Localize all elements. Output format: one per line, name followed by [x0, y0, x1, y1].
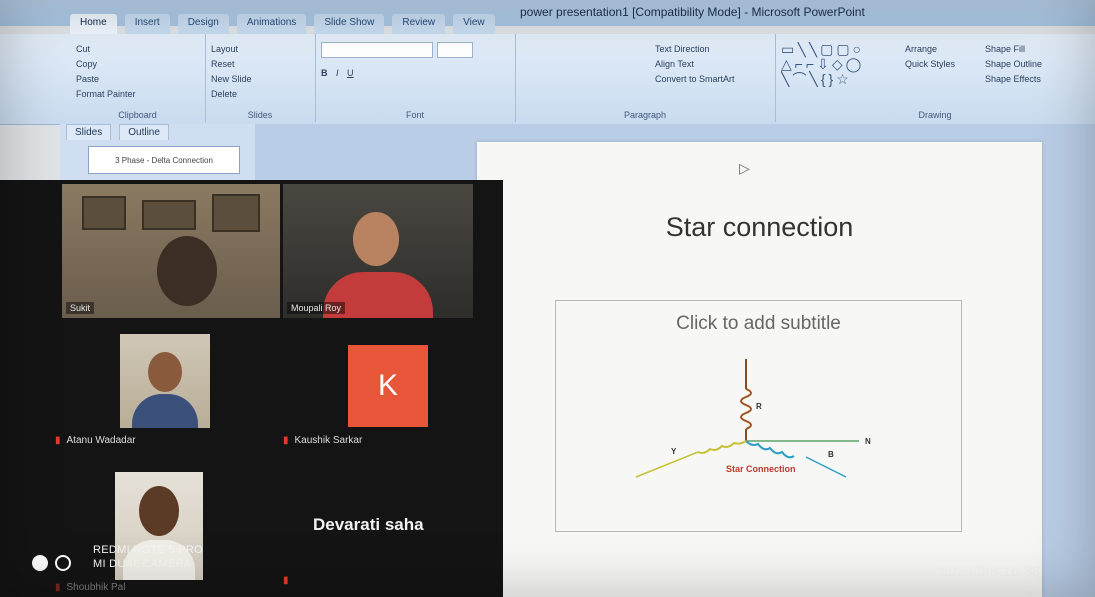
video-tile-sukit[interactable]: Sukit [62, 184, 280, 318]
mic-muted-icon[interactable]: ▮ [55, 582, 61, 593]
mic-muted-icon[interactable]: ▮ [283, 435, 289, 446]
participant-initial-avatar: K [348, 345, 428, 427]
font-size-input[interactable] [437, 42, 473, 58]
layout-button[interactable]: Layout [211, 42, 309, 57]
font-group-label: Font [405, 110, 424, 120]
wall-picture [142, 200, 196, 230]
reset-button[interactable]: Reset [211, 57, 309, 72]
subtitle-placeholder[interactable]: Click to add subtitle R Y B N Star Conne… [555, 300, 962, 532]
align-text-button[interactable]: Align Text [655, 57, 769, 72]
tab-animations[interactable]: Animations [236, 14, 307, 34]
mic-muted-icon[interactable]: ▮ [283, 575, 289, 586]
slides-group-label: Slides [247, 110, 273, 120]
tab-slides[interactable]: Slides [66, 124, 112, 140]
camera-name: MI DUAL CAMERA [93, 558, 192, 570]
video-meeting-panel: Sukit Moupali Roy ▮ Atanu Wadadar K ▮ Kaus… [0, 180, 503, 597]
participant-name: Atanu Wadadar [66, 435, 136, 446]
participant-name: Kaushik Sarkar [294, 435, 363, 446]
diagram-caption: Star Connection [726, 464, 796, 474]
face [139, 486, 179, 536]
tab-home[interactable]: Home [70, 14, 117, 34]
phase-y-coil [697, 440, 747, 454]
copy-button[interactable]: Copy [76, 57, 199, 72]
clipboard-group-label: Clipboard [118, 110, 157, 120]
neutral-label: N [865, 437, 871, 446]
tab-slide-show[interactable]: Slide Show [314, 14, 385, 34]
tab-outline[interactable]: Outline [119, 124, 169, 140]
participant-photo-atanu [120, 334, 210, 428]
convert-smartart-button[interactable]: Convert to SmartArt [655, 72, 769, 87]
circle-outline-icon [55, 555, 72, 571]
shape-outline-button[interactable]: Shape Outline [985, 57, 1089, 72]
face [148, 352, 182, 392]
video-tile-moupali-roy[interactable]: Moupali Roy [283, 184, 473, 318]
phase-b-coil [745, 440, 795, 459]
drawing-group-label: Drawing [918, 110, 952, 120]
subtitle-placeholder-text: Click to add subtitle [676, 313, 841, 334]
font-group: B I U Font [315, 34, 516, 122]
cut-button[interactable]: Cut [76, 42, 199, 57]
mouse-cursor-icon: ▷ [739, 160, 750, 176]
photo-timestamp: 2020/5/8 16:38 [940, 563, 1041, 579]
wall-picture [82, 196, 126, 230]
paragraph-group-label: Paragraph [623, 110, 667, 120]
device-name: REDMI NOTE 5 PRO [93, 544, 203, 556]
tab-design[interactable]: Design [177, 14, 229, 34]
shirt [132, 394, 198, 428]
clipboard-group: Cut Copy Paste Format Painter Clipboard [70, 34, 206, 122]
italic-button[interactable]: I [336, 66, 339, 81]
participant-video [157, 236, 217, 306]
circle-icon [32, 555, 48, 571]
text-direction-button[interactable]: Text Direction [655, 42, 769, 57]
tab-insert[interactable]: Insert [124, 14, 170, 34]
paragraph-group: Text Direction Align Text Convert to Sma… [515, 34, 776, 122]
underline-button[interactable]: U [347, 66, 354, 81]
phase-b-label: B [828, 450, 834, 459]
photo-frame: power presentation1 [Compatibility Mode]… [0, 0, 1095, 597]
slide-title[interactable]: Star connection [477, 212, 1042, 243]
participant-label-shoubhik: ▮ Shoubhik Pal [55, 582, 125, 593]
phase-y-label: Y [671, 447, 677, 456]
star-connection-diagram: R Y B N Star Connection [635, 359, 871, 478]
delete-button[interactable]: Delete [211, 87, 309, 102]
mic-muted-icon[interactable]: ▮ [55, 435, 61, 446]
window-title: power presentation1 [Compatibility Mode]… [520, 5, 865, 19]
tab-review[interactable]: Review [392, 14, 446, 34]
paste-button[interactable]: Paste [76, 72, 199, 87]
shape-fill-button[interactable]: Shape Fill [985, 42, 1089, 57]
camera-watermark-logo [32, 555, 74, 576]
participant-name-tag: Moupali Roy [287, 302, 346, 314]
ribbon-tabs: Home Insert Design Animations Slide Show… [70, 14, 495, 34]
new-slide-button[interactable]: New Slide [211, 72, 309, 87]
bold-button[interactable]: B [321, 66, 328, 81]
phase-r-coil [740, 388, 752, 430]
phase-r-label: R [756, 402, 762, 411]
participant-name: Shoubhik Pal [66, 582, 126, 593]
tab-view[interactable]: View [453, 14, 495, 34]
slide[interactable]: ▷ Star connection Click to add subtitle … [477, 142, 1042, 597]
participant-name-tag: Sukit [66, 302, 95, 314]
wall-picture [212, 194, 260, 232]
participant-label-atanu: ▮ Atanu Wadadar [55, 435, 136, 446]
slide-thumbnail[interactable]: 3 Phase - Delta Connection [88, 146, 240, 174]
participant-name-large: Devarati saha [313, 515, 424, 534]
ribbon: Cut Copy Paste Format Painter Clipboard … [0, 34, 1095, 125]
camera-watermark-text: REDMI NOTE 5 PRO MI DUAL CAMERA [93, 543, 203, 571]
format-painter-button[interactable]: Format Painter [76, 87, 199, 102]
participant-label-devarati: ▮ [283, 575, 295, 586]
font-name-input[interactable] [321, 42, 433, 58]
drawing-group: ▭╲╲▢▢○ △⌐⌐⇩◇◯ ╲⌒╲{}☆ Arrange Quick Styles … [775, 34, 1095, 122]
participant-label-kaushik: ▮ Kaushik Sarkar [283, 435, 362, 446]
shape-effects-button[interactable]: Shape Effects [985, 72, 1089, 87]
participant-video [353, 212, 399, 266]
slides-group: Layout Reset New Slide Delete Slides [205, 34, 316, 122]
slides-panel: Slides Outline 3 Phase - Delta Connectio… [60, 124, 255, 184]
